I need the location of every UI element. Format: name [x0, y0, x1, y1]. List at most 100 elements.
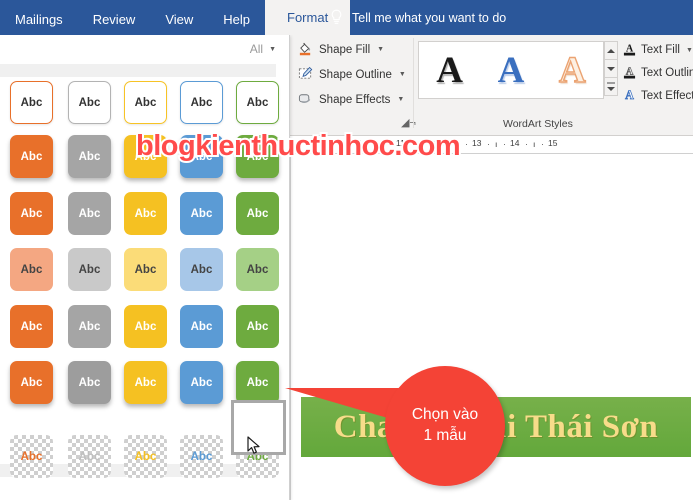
text-outline-icon: A	[623, 65, 636, 82]
style-tile-row: Abc Abc Abc Abc Abc	[0, 305, 289, 361]
style-tile-row: Abc Abc Abc Abc Abc	[0, 248, 289, 304]
svg-text:A: A	[626, 66, 634, 77]
ruler-num-14: 14	[510, 138, 520, 148]
site-watermark: blogkienthuctinhoc.com	[134, 128, 463, 164]
style-tile[interactable]: Abc	[124, 192, 167, 235]
style-tile[interactable]: Abc	[236, 248, 279, 291]
style-tile[interactable]: Abc	[124, 435, 167, 478]
gallery-scroll-up-button[interactable]	[604, 41, 618, 60]
ribbon-tab-mailings[interactable]: Mailings	[0, 5, 78, 35]
wordart-sample-2[interactable]: A	[498, 52, 525, 89]
ribbon-tab-review[interactable]: Review	[78, 5, 151, 35]
style-tile[interactable]: Abc	[180, 361, 223, 404]
style-tile[interactable]: Abc	[68, 305, 111, 348]
svg-text:A: A	[626, 43, 634, 54]
chevron-down-icon[interactable]: ▼	[399, 71, 406, 78]
ruler-num-15: 15	[548, 138, 558, 148]
pencil-outline-icon	[298, 66, 313, 84]
style-tile[interactable]: Abc	[68, 81, 111, 124]
style-tile[interactable]: Abc	[180, 435, 223, 478]
group-divider	[413, 38, 414, 128]
style-tile[interactable]: Abc	[68, 192, 111, 235]
tell-me-search[interactable]: Tell me what you want to do	[330, 0, 506, 35]
ribbon-tab-help[interactable]: Help	[208, 5, 265, 35]
shape-effects-label: Shape Effects	[319, 93, 391, 106]
text-fill-label: Text Fill	[641, 44, 680, 56]
style-tile[interactable]: Abc	[10, 81, 53, 124]
chevron-down-icon	[607, 66, 615, 71]
chevron-up-icon	[607, 48, 615, 53]
chevron-down-icon	[607, 86, 615, 91]
wordart-sample-1[interactable]: A	[436, 52, 463, 89]
gallery-header: All ▼	[0, 35, 289, 64]
tell-me-label: Tell me what you want to do	[352, 10, 507, 25]
style-tile[interactable]: Abc	[180, 248, 223, 291]
text-fill-button[interactable]: A Text Fill ▼	[623, 40, 693, 60]
callout-line-1: Chọn vào	[411, 406, 479, 424]
style-tile[interactable]: Abc	[68, 361, 111, 404]
style-tile[interactable]: Abc	[68, 248, 111, 291]
text-effects-button[interactable]: A Text Effects	[623, 86, 693, 106]
wordart-text-options: A Text Fill ▼ A Text Outline	[623, 40, 693, 109]
shape-outline-button[interactable]: Shape Outline ▼	[295, 64, 413, 85]
text-effects-icon: A	[623, 87, 636, 105]
shape-outline-label: Shape Outline	[319, 68, 392, 81]
svg-text:A: A	[625, 88, 634, 102]
gallery-filter-label: All	[249, 42, 264, 56]
style-tile[interactable]: Abc	[10, 435, 53, 478]
wordart-styles-group-label: WordArt Styles	[503, 118, 573, 130]
gallery-filter-all-button[interactable]: All ▼	[250, 42, 276, 56]
style-tile[interactable]: Abc	[124, 81, 167, 124]
chevron-down-icon[interactable]: ▼	[397, 96, 404, 103]
style-tile[interactable]: Abc	[68, 135, 111, 178]
gallery-section-separator-top	[0, 64, 276, 77]
style-tile[interactable]: Abc	[236, 192, 279, 235]
style-tile[interactable]: Abc	[180, 81, 223, 124]
gallery-more-button[interactable]	[604, 77, 618, 96]
ribbon-tabs[interactable]: Mailings Review View Help Format	[0, 0, 351, 35]
style-tile[interactable]: Abc	[124, 305, 167, 348]
chevron-down-icon[interactable]: ▼	[377, 46, 384, 53]
style-tile[interactable]: Abc	[10, 192, 53, 235]
text-outline-button[interactable]: A Text Outline	[623, 63, 693, 83]
shape-fill-button[interactable]: Shape Fill ▼	[295, 39, 413, 60]
chevron-down-icon[interactable]: ▼	[269, 46, 276, 53]
style-tile[interactable]: Abc	[124, 248, 167, 291]
style-tile-row: Abc Abc Abc Abc Abc	[0, 192, 289, 248]
wordart-sample-3[interactable]: A	[558, 51, 586, 89]
style-tile[interactable]: Abc	[10, 361, 53, 404]
shape-fill-label: Shape Fill	[319, 43, 371, 56]
style-tile[interactable]: Abc	[236, 81, 279, 124]
shape-effects-button[interactable]: Shape Effects ▼	[295, 89, 413, 110]
ribbon-format-pane: Shape Fill ▼ Shape Outline ▼ Shape Effec…	[290, 35, 693, 136]
callout-bubble: Chọn vào 1 mẫu	[385, 366, 505, 486]
style-tile-row: Abc Abc Abc Abc Abc	[0, 81, 289, 137]
style-tile[interactable]: Abc	[10, 248, 53, 291]
overline-icon	[607, 82, 615, 84]
style-tile[interactable]: Abc	[180, 305, 223, 348]
shape-effects-icon	[298, 91, 313, 109]
annotation-callout: Chọn vào 1 mẫu	[285, 358, 515, 493]
wordart-gallery-scroll[interactable]	[604, 41, 618, 99]
text-fill-icon: A	[623, 42, 636, 59]
style-tile[interactable]: Abc	[10, 135, 53, 178]
gallery-scroll-down-button[interactable]	[604, 59, 618, 78]
wordart-styles-gallery[interactable]: A A A	[418, 41, 604, 99]
style-tile[interactable]: Abc	[10, 305, 53, 348]
style-tile[interactable]: Abc	[180, 192, 223, 235]
ribbon-tab-bar: Mailings Review View Help Format Tell me wha…	[0, 0, 693, 35]
ribbon-tab-view[interactable]: View	[150, 5, 208, 35]
style-tile[interactable]: Abc	[236, 361, 279, 404]
style-tile[interactable]: Abc	[124, 361, 167, 404]
chevron-down-icon[interactable]: ▼	[686, 47, 693, 54]
paint-bucket-icon	[298, 41, 313, 59]
ruler-num-13: 13	[472, 138, 482, 148]
mouse-pointer-icon	[247, 436, 261, 456]
text-outline-label: Text Outline	[641, 67, 693, 79]
shape-styles-group: Shape Fill ▼ Shape Outline ▼ Shape Effec…	[295, 39, 416, 131]
right-indent-marker[interactable]	[673, 140, 683, 147]
word-format-ribbon-screenshot: Cha như núi Thái Sơn · 10 · ı · 11 · ı ·…	[0, 0, 693, 500]
shape-styles-dropdown-gallery[interactable]: All ▼ Abc Abc Abc Abc Abc Abc Abc Abc Abc Abc Abc A…	[0, 35, 290, 500]
style-tile[interactable]: Abc	[68, 435, 111, 478]
style-tile[interactable]: Abc	[236, 305, 279, 348]
